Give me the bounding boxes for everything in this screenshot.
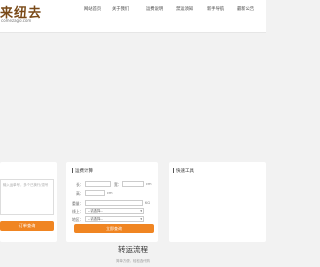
shipping-calculator-title-text: 运费计算	[75, 169, 93, 174]
title-bar-decoration	[72, 168, 73, 173]
height-input[interactable]	[85, 190, 105, 196]
width-label: 宽：	[114, 182, 122, 187]
region-select-value: --请选择--	[88, 217, 103, 221]
section-title: 转运流程	[118, 245, 148, 254]
chevron-down-icon: ▾	[140, 209, 142, 213]
nav-home[interactable]: 网站首页	[84, 6, 101, 12]
region-select[interactable]: --请选择-- ▾	[85, 216, 144, 222]
width-input[interactable]	[122, 181, 144, 187]
route-select-value: --请选择--	[88, 209, 103, 213]
tracking-panel: 输入运单号，多个已换行/逗号 订单查询	[0, 162, 57, 242]
main-nav: 网站首页 关于我们 运费说明 禁运须知 新手导航 最新公告	[0, 0, 266, 32]
order-query-button[interactable]: 订单查询	[0, 221, 54, 231]
length-label: 长：	[76, 182, 84, 187]
route-select[interactable]: --请选择-- ▾	[85, 208, 144, 214]
nav-prohibited-items[interactable]: 禁运须知	[176, 6, 193, 12]
nav-shipping-fees[interactable]: 运费说明	[146, 6, 163, 12]
weight-label: 重量：	[72, 201, 84, 206]
shipping-calculator-title: 运费计算	[72, 168, 93, 174]
height-unit: cm	[107, 191, 113, 195]
quick-tools-title-text: 快速工具	[176, 169, 194, 174]
site-header: 来纽去 comezago.com 网站首页 关于我们 运费说明 禁运须知 新手导…	[0, 0, 266, 33]
nav-beginner-guide[interactable]: 新手导航	[207, 6, 224, 12]
nav-announcements[interactable]: 最新公告	[237, 6, 254, 12]
region-label: 地区：	[72, 217, 84, 222]
quick-tools-panel: 快速工具	[169, 162, 266, 242]
weight-input[interactable]	[85, 200, 143, 206]
title-bar-decoration	[173, 168, 174, 173]
chevron-down-icon: ▾	[140, 217, 142, 221]
height-label: 高：	[76, 191, 84, 196]
length-input[interactable]	[85, 181, 111, 187]
tracking-number-input[interactable]: 输入运单号，多个已换行/逗号	[0, 179, 54, 215]
quick-tools-title: 快速工具	[173, 168, 194, 174]
width-unit: cm	[146, 182, 152, 186]
route-label: 线上：	[72, 209, 84, 214]
section-subtitle: 简单方便，轻松选代购	[116, 259, 150, 263]
calculate-button[interactable]: 立即查询	[74, 224, 154, 233]
weight-unit: KG	[145, 201, 151, 205]
nav-about[interactable]: 关于我们	[112, 6, 129, 12]
shipping-calculator-panel: 运费计算 长： 宽： cm 高： cm 重量： KG 线上： --请选择-- ▾…	[66, 162, 158, 242]
